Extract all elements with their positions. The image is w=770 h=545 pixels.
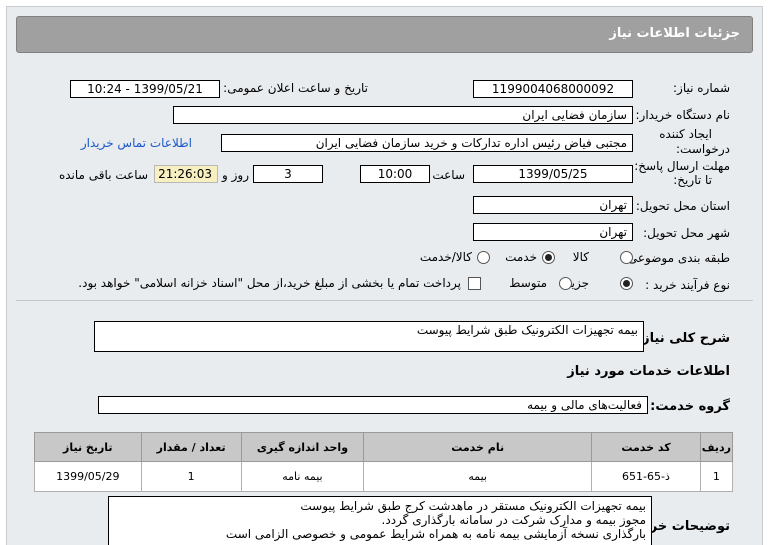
buyer-notes-line: بیمه تجهیزات الکترونیک مستقر در ماهدشت ک…	[300, 499, 646, 513]
col-row-header: ردیف	[699, 432, 734, 462]
deadline-time-field[interactable]: 10:00	[360, 165, 430, 183]
category-goods-label: کالا	[572, 250, 589, 264]
buyer-notes-line: مجوز بیمه و مدارک شرکت در سامانه بارگذار…	[381, 513, 646, 527]
need-number-field[interactable]: 1199004068000092	[473, 80, 633, 98]
buyer-notes-line: بارگذاری نسخه آزمایشی بیمه نامه به همراه…	[225, 527, 646, 541]
cell-name: بیمه	[363, 461, 593, 492]
divider	[16, 300, 753, 301]
col-date-header: تاریخ نیاز	[34, 432, 142, 462]
services-table: ردیف کد خدمت نام خدمت واحد اندازه گیری ت…	[34, 432, 734, 492]
buyer-notes-field[interactable]: بیمه تجهیزات الکترونیک مستقر در ماهدشت ک…	[108, 496, 652, 545]
table-header-row: ردیف کد خدمت نام خدمت واحد اندازه گیری ت…	[34, 432, 734, 462]
category-service-radio[interactable]	[542, 251, 555, 264]
province-field[interactable]: تهران	[473, 196, 633, 214]
cell-qty: 1	[140, 461, 242, 492]
general-desc-field[interactable]: بیمه تجهیزات الکترونیک طبق شرایط پیوست	[94, 321, 644, 352]
city-label: شهر محل تحویل:	[643, 226, 730, 240]
announce-date-label: تاریخ و ساعت اعلان عمومی:	[223, 81, 368, 95]
buyer-org-label: نام دستگاه خریدار:	[635, 108, 731, 122]
category-label: طبقه بندی موضوعی:	[623, 251, 730, 265]
remaining-time-label: ساعت باقی مانده	[58, 168, 148, 182]
purchase-type-label: نوع فرآیند خرید :	[645, 278, 730, 292]
category-goods-radio[interactable]	[620, 251, 633, 264]
purchase-medium-label: متوسط	[509, 276, 547, 290]
category-service-label: خدمت	[505, 250, 537, 264]
days-label: روز و	[222, 168, 249, 182]
col-qty-header: تعداد / مقدار	[140, 432, 242, 462]
treasury-checkbox[interactable]	[468, 277, 481, 290]
col-code-header: کد خدمت	[591, 432, 701, 462]
services-section-title: اطلاعات خدمات مورد نیاز	[567, 364, 730, 379]
remaining-time-field: 21:26:03	[154, 165, 218, 183]
cell-date: 1399/05/29	[34, 461, 142, 492]
category-goods-service-label: کالا/خدمت	[419, 250, 472, 264]
announce-date-field[interactable]: 1399/05/21 - 10:24	[70, 80, 220, 98]
buyer-contact-link[interactable]: اطلاعات تماس خریدار	[81, 136, 192, 150]
deadline-date-field[interactable]: 1399/05/25	[473, 165, 633, 183]
treasury-note: پرداخت تمام یا بخشی از مبلغ خرید،از محل …	[78, 276, 461, 290]
deadline-time-label: ساعت	[432, 168, 465, 182]
service-group-field[interactable]: فعالیت‌های مالی و بیمه	[98, 396, 648, 414]
cell-code: ذ-65-651	[591, 461, 701, 492]
days-field[interactable]: 3	[253, 165, 323, 183]
buyer-org-field[interactable]: سازمان فضایی ایران	[173, 106, 633, 124]
requester-field[interactable]: مجتبی فیاض رئیس اداره تدارکات و خرید ساز…	[221, 134, 633, 152]
service-group-label: گروه خدمت:	[650, 399, 730, 414]
requester-label-1: ایجاد کننده	[659, 127, 712, 141]
province-label: استان محل تحویل:	[635, 199, 730, 213]
purchase-medium-radio[interactable]	[559, 277, 572, 290]
deadline-label-2: تا تاریخ:	[673, 173, 712, 187]
general-desc-label: شرح کلی نیاز:	[636, 331, 730, 346]
need-number-label: شماره نیاز:	[673, 81, 730, 95]
table-row[interactable]: 1 ذ-65-651 بیمه بیمه نامه 1 1399/05/29	[34, 461, 734, 492]
deadline-label-1: مهلت ارسال پاسخ:	[634, 159, 730, 173]
purchase-minor-radio[interactable]	[620, 277, 633, 290]
cell-unit: بیمه نامه	[240, 461, 365, 492]
cell-row: 1	[699, 461, 734, 492]
page-header: جزئیات اطلاعات نیاز	[16, 16, 753, 53]
col-unit-header: واحد اندازه گیری	[240, 432, 365, 462]
page-title: جزئیات اطلاعات نیاز	[609, 26, 740, 41]
category-goods-service-radio[interactable]	[477, 251, 490, 264]
city-field[interactable]: تهران	[473, 223, 633, 241]
requester-label-2: درخواست:	[676, 142, 730, 156]
col-name-header: نام خدمت	[363, 432, 593, 462]
